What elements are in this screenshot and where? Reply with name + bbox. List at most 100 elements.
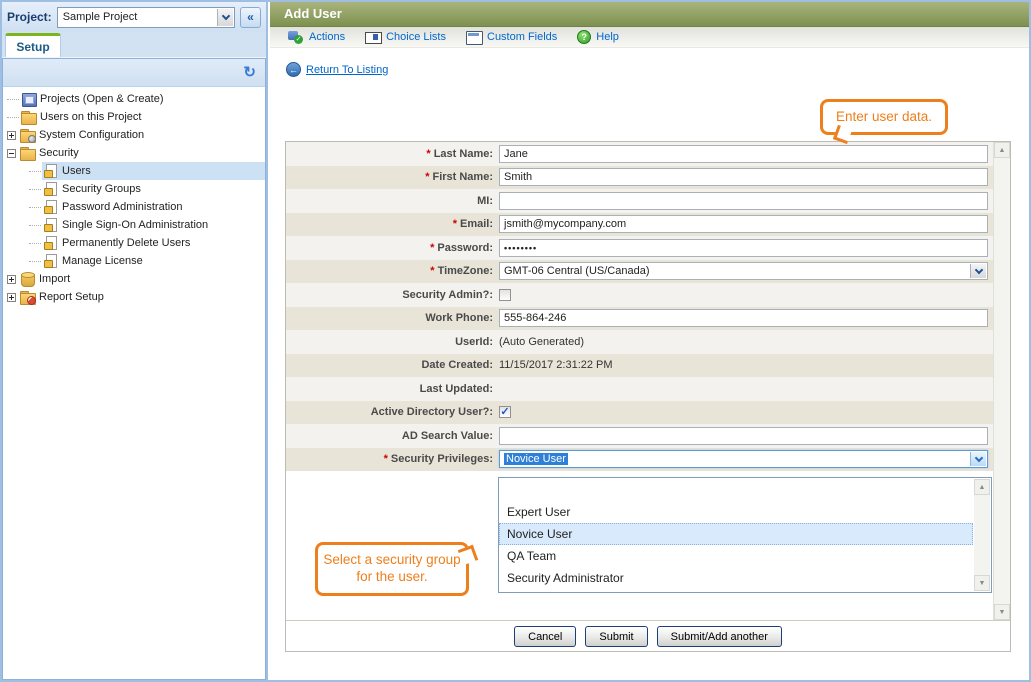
security-privileges-dropdown-button[interactable] [970,452,986,466]
date-created-value-cell: 11/15/2017 2:31:22 PM [499,359,1010,371]
last-updated-label: Last Updated: [286,383,499,395]
scroll-down-icon[interactable]: ▼ [994,604,1010,620]
dropdown-option-qa-team[interactable]: QA Team [499,545,973,567]
field-label-text: Active Directory User?: [371,406,493,418]
tree-item-manage-license[interactable]: Manage License [3,252,265,270]
tree-connector [29,225,41,226]
callout-select-security-group-text: Select a security group for the user. [318,552,466,586]
navigation-panel-header: ↻ [3,59,265,87]
import-icon [20,272,35,286]
field-label-text: Security Privileges: [391,453,493,465]
tree-item-import[interactable]: Import [3,270,265,288]
main-toolbar: Actions Choice Lists Custom Fields? Help [270,27,1029,48]
tree-item-label: Manage License [62,255,143,267]
field-label-text: Date Created: [421,359,493,371]
refresh-icon[interactable]: ↻ [243,65,256,80]
form-scrollbar[interactable]: ▲ ▼ [993,142,1010,620]
timezone-select[interactable]: GMT-06 Central (US/Canada) [499,262,988,280]
tab-setup[interactable]: Setup [5,33,61,57]
help-label: Help [596,31,619,43]
tree-item-label: Users [62,165,91,177]
mi-input[interactable] [499,192,988,210]
sidebar: Project: Sample Project « Setup ↻ Projec… [2,2,268,680]
last-name-input[interactable]: Jane [499,145,988,163]
dropdown-option-blank[interactable] [499,479,973,501]
work-phone-input[interactable]: 555-864-246 [499,309,988,327]
choice-lists-button[interactable]: Choice Lists [365,30,446,44]
tree-item-password-administration[interactable]: Password Administration [3,198,265,216]
callout-enter-user-data-text: Enter user data. [836,109,932,126]
tree-item-permanently-delete-users[interactable]: Permanently Delete Users [3,234,265,252]
submit-add-another-button[interactable]: Submit/Add another [657,626,782,647]
chevron-down-icon [974,266,982,274]
tree-item-projects-open-create[interactable]: Projects (Open & Create) [3,90,265,108]
return-to-listing-link[interactable]: ← Return To Listing [286,62,388,77]
active-directory-user-label: Active Directory User?: [286,406,499,418]
password-input[interactable]: •••••••• [499,239,988,257]
tree-item-body: Password Administration [42,198,265,216]
field-label-text: Last Updated: [420,383,493,395]
cancel-button[interactable]: Cancel [514,626,576,647]
scroll-up-icon[interactable]: ▲ [994,142,1010,158]
expand-icon[interactable] [7,293,16,302]
dropdown-option-novice-user[interactable]: Novice User [499,523,973,545]
scroll-up-icon[interactable]: ▲ [974,479,990,495]
expand-icon[interactable] [7,131,16,140]
active-directory-user-value-cell: ✓ [499,406,1010,418]
return-to-listing-label: Return To Listing [306,64,388,76]
main-panel: Add User ActionsChoice ListsCustom Field… [270,2,1029,680]
tree-item-security-groups[interactable]: Security Groups [3,180,265,198]
tree-item-report-setup[interactable]: Report Setup [3,288,265,306]
last-name-row: *Last Name:Jane [286,142,1010,166]
tree-connector [7,117,19,118]
work-phone-label: Work Phone: [286,312,499,324]
timezone-row: *TimeZone:GMT-06 Central (US/Canada) [286,260,1010,284]
collapse-icon[interactable] [7,149,16,158]
scroll-down-icon[interactable]: ▼ [974,575,990,591]
tree-connector [29,261,41,262]
security-privileges-value-cell: Novice User [499,450,1010,468]
tree-item-body: Users on this Project [20,108,265,126]
help-icon: ? [577,30,591,44]
work-phone-value-cell: 555-864-246 [499,309,1010,327]
project-select[interactable]: Sample Project [57,7,235,28]
project-label: Project: [7,10,52,24]
tab-setup-label: Setup [16,40,49,54]
ad-search-value-input[interactable] [499,427,988,445]
field-label-text: Last Name: [434,148,493,160]
submit-button[interactable]: Submit [585,626,647,647]
tree-item-users[interactable]: Users [3,162,265,180]
timezone-dropdown-button[interactable] [970,264,986,278]
expand-icon[interactable] [7,275,16,284]
actions-button[interactable]: Actions [288,30,345,44]
timezone-label: *TimeZone: [286,265,499,277]
dropdown-scrollbar[interactable]: ▲ ▼ [974,479,990,591]
dropdown-option-security-administrator[interactable]: Security Administrator [499,567,973,589]
dropdown-option-expert-user[interactable]: Expert User [499,501,973,523]
tree-item-users-on-this-project[interactable]: Users on this Project [3,108,265,126]
password-value-cell: •••••••• [499,239,1010,257]
actions-icon [288,30,304,44]
security-privileges-combobox[interactable]: Novice User [499,450,988,468]
first-name-input[interactable]: Smith [499,168,988,186]
tree-item-security[interactable]: Security [3,144,265,162]
folder-icon [21,110,36,124]
tree-item-single-sign-on-administration[interactable]: Single Sign-On Administration [3,216,265,234]
tree-item-body: System Configuration [19,126,265,144]
lockpage-icon [43,218,58,232]
security-admin-checkbox[interactable] [499,289,511,301]
project-select-dropdown-button[interactable] [217,9,233,26]
help-button[interactable]: ? Help [577,30,619,44]
active-directory-user-checkbox[interactable]: ✓ [499,406,511,418]
email-input[interactable]: jsmith@mycompany.com [499,215,988,233]
work-phone-row: Work Phone: 555-864-246 [286,307,1010,331]
tree-item-system-configuration[interactable]: System Configuration [3,126,265,144]
custom-fields-button[interactable]: Custom Fields [466,30,557,44]
collapse-sidebar-button[interactable]: « [240,7,261,28]
last-name-label: *Last Name: [286,148,499,160]
tree-item-label: Single Sign-On Administration [62,219,208,231]
tree-item-body: Single Sign-On Administration [42,216,265,234]
field-label-text: Work Phone: [425,312,493,324]
userid-row: UserId:(Auto Generated) [286,330,1010,354]
timezone-value-cell: GMT-06 Central (US/Canada) [499,262,1010,280]
